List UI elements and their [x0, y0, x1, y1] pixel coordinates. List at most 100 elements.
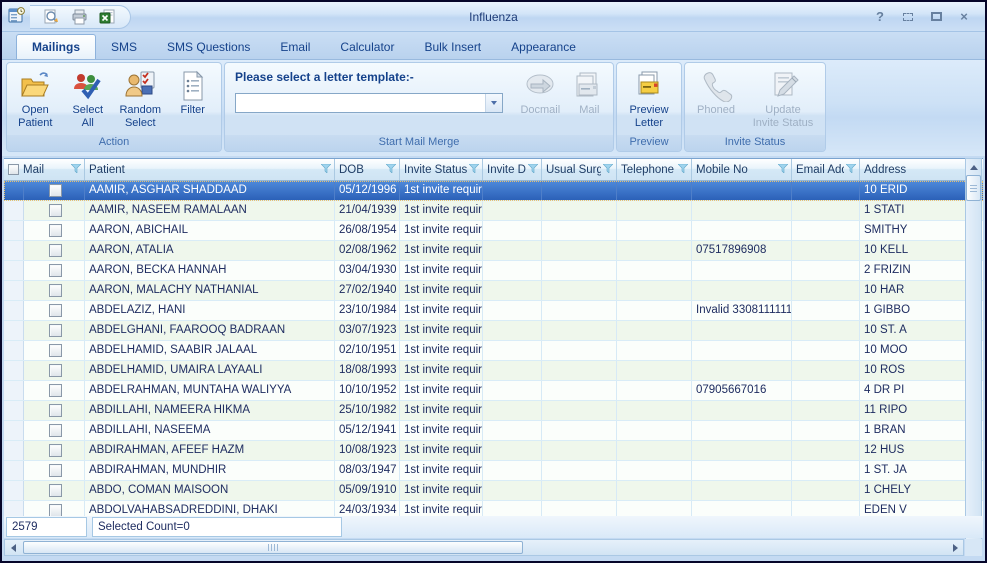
mail-checkbox[interactable]	[49, 364, 62, 377]
mail-checkbox-cell[interactable]	[24, 421, 85, 440]
vertical-scrollbar[interactable]	[965, 158, 982, 543]
minimize-button[interactable]	[899, 9, 917, 24]
table-row[interactable]: AARON, MALACHY NATHANIAL27/02/19401st in…	[4, 281, 983, 301]
export-excel-icon[interactable]	[96, 7, 118, 27]
mail-checkbox[interactable]	[49, 244, 62, 257]
mail-checkbox-cell[interactable]	[24, 201, 85, 220]
table-row[interactable]: AAMIR, NASEEM RAMALAAN21/04/19391st invi…	[4, 201, 983, 221]
table-row[interactable]: ABDILLAHI, NAMEERA HIKMA25/10/19821st in…	[4, 401, 983, 421]
column-header-patient[interactable]: Patient	[85, 159, 335, 180]
help-button[interactable]: ?	[871, 9, 889, 24]
mail-checkbox-cell[interactable]	[24, 461, 85, 480]
table-row[interactable]: ABDILLAHI, NASEEMA05/12/19411st invite r…	[4, 421, 983, 441]
mail-checkbox[interactable]	[49, 344, 62, 357]
table-row[interactable]: ABDO, COMAN MAISOON05/09/19101st invite …	[4, 481, 983, 501]
mail-checkbox[interactable]	[49, 484, 62, 497]
filter-funnel-icon[interactable]	[601, 164, 613, 176]
mail-checkbox-cell[interactable]	[24, 501, 85, 516]
column-header-mail[interactable]: Mail	[4, 159, 85, 180]
print-icon[interactable]	[68, 7, 90, 27]
tab-bulk-insert[interactable]: Bulk Insert	[409, 35, 496, 59]
table-row[interactable]: ABDELHAMID, UMAIRA LAYAALI18/08/19931st …	[4, 361, 983, 381]
combobox-dropdown-button[interactable]	[485, 94, 502, 112]
filter-funnel-icon[interactable]	[776, 164, 788, 176]
horizontal-scroll-thumb[interactable]	[23, 541, 523, 554]
filter-funnel-icon[interactable]	[384, 164, 396, 176]
filter-funnel-icon[interactable]	[69, 164, 81, 176]
tab-calculator[interactable]: Calculator	[325, 35, 409, 59]
table-row[interactable]: ABDELAZIZ, HANI23/10/19841st invite requ…	[4, 301, 983, 321]
mail-checkbox[interactable]	[49, 444, 62, 457]
mail-button[interactable]: Mail	[568, 66, 611, 117]
random-select-button[interactable]: Random Select	[114, 66, 167, 130]
mail-checkbox-cell[interactable]	[24, 221, 85, 240]
mail-checkbox[interactable]	[49, 424, 62, 437]
mail-checkbox[interactable]	[49, 284, 62, 297]
table-row[interactable]: AAMIR, ASGHAR SHADDAAD05/12/19961st invi…	[4, 181, 983, 201]
scroll-up-button[interactable]	[966, 159, 981, 175]
mail-checkbox[interactable]	[49, 204, 62, 217]
filter-funnel-icon[interactable]	[526, 164, 538, 176]
app-icon[interactable]	[8, 7, 26, 29]
close-button[interactable]: ×	[955, 9, 973, 24]
mail-checkbox-cell[interactable]	[24, 401, 85, 420]
mail-checkbox[interactable]	[49, 384, 62, 397]
horizontal-scrollbar[interactable]	[4, 539, 964, 556]
vertical-scroll-thumb[interactable]	[966, 175, 981, 201]
tab-mailings[interactable]: Mailings	[16, 34, 96, 59]
table-row[interactable]: AARON, BECKA HANNAH03/04/19301st invite …	[4, 261, 983, 281]
update-invite-status-button[interactable]: Update Invite Status	[744, 66, 822, 130]
table-row[interactable]: ABDIRAHMAN, MUNDHIR08/03/19471st invite …	[4, 461, 983, 481]
column-header-telephone-no[interactable]: Telephone No	[617, 159, 692, 180]
mail-checkbox-cell[interactable]	[24, 361, 85, 380]
tab-appearance[interactable]: Appearance	[496, 35, 591, 59]
mail-checkbox-cell[interactable]	[24, 261, 85, 280]
column-header-email-address[interactable]: Email Address	[792, 159, 860, 180]
table-row[interactable]: ABDELGHANI, FAAROOQ BADRAAN03/07/19231st…	[4, 321, 983, 341]
mail-checkbox[interactable]	[49, 324, 62, 337]
filter-funnel-icon[interactable]	[676, 164, 688, 176]
docmail-button[interactable]: Docmail	[513, 66, 568, 117]
tab-email[interactable]: Email	[265, 35, 325, 59]
column-header-dob[interactable]: DOB	[335, 159, 400, 180]
print-preview-icon[interactable]	[40, 7, 62, 27]
mail-checkbox-cell[interactable]	[24, 301, 85, 320]
column-header-usual-surgery[interactable]: Usual Surgery	[542, 159, 617, 180]
mail-checkbox-cell[interactable]	[24, 341, 85, 360]
filter-button[interactable]: Filter	[167, 66, 220, 117]
table-row[interactable]: ABDIRAHMAN, AFEEF HAZM10/08/19231st invi…	[4, 441, 983, 461]
phoned-button[interactable]: Phoned	[688, 66, 744, 117]
mail-checkbox[interactable]	[49, 504, 62, 516]
table-row[interactable]: ABDELHAMID, SAABIR JALAAL02/10/19511st i…	[4, 341, 983, 361]
table-row[interactable]: AARON, ATALIA02/08/19621st invite requir…	[4, 241, 983, 261]
table-row[interactable]: AARON, ABICHAIL26/08/19541st invite requ…	[4, 221, 983, 241]
table-row[interactable]: ABDELRAHMAN, MUNTAHA WALIYYA10/10/19521s…	[4, 381, 983, 401]
mail-checkbox[interactable]	[49, 464, 62, 477]
mail-checkbox-cell[interactable]	[24, 481, 85, 500]
mail-checkbox[interactable]	[49, 224, 62, 237]
mail-checkbox[interactable]	[49, 404, 62, 417]
column-header-mobile-no[interactable]: Mobile No	[692, 159, 792, 180]
mail-checkbox[interactable]	[49, 304, 62, 317]
letter-template-combobox[interactable]	[235, 93, 503, 113]
select-all-checkbox[interactable]	[8, 164, 19, 175]
mail-checkbox[interactable]	[49, 264, 62, 277]
filter-funnel-icon[interactable]	[467, 164, 479, 176]
filter-funnel-icon[interactable]	[319, 164, 331, 176]
mail-checkbox-cell[interactable]	[24, 441, 85, 460]
preview-letter-button[interactable]: Preview Letter	[619, 66, 679, 130]
tab-sms[interactable]: SMS	[96, 35, 152, 59]
mail-checkbox-cell[interactable]	[24, 381, 85, 400]
mail-checkbox[interactable]	[49, 184, 62, 197]
filter-funnel-icon[interactable]	[844, 164, 856, 176]
mail-checkbox-cell[interactable]	[24, 241, 85, 260]
column-header-invite-status[interactable]: Invite Status	[400, 159, 483, 180]
column-header-invite-date[interactable]: Invite Date	[483, 159, 542, 180]
mail-checkbox-cell[interactable]	[24, 321, 85, 340]
tab-sms-questions[interactable]: SMS Questions	[152, 35, 265, 59]
select-all-button[interactable]: Select All	[62, 66, 115, 130]
mail-checkbox-cell[interactable]	[24, 281, 85, 300]
scroll-right-button[interactable]	[947, 540, 963, 555]
maximize-button[interactable]	[927, 9, 945, 24]
table-row[interactable]: ABDOLVAHABSADREDDINI, DHAKI24/03/19341st…	[4, 501, 983, 516]
